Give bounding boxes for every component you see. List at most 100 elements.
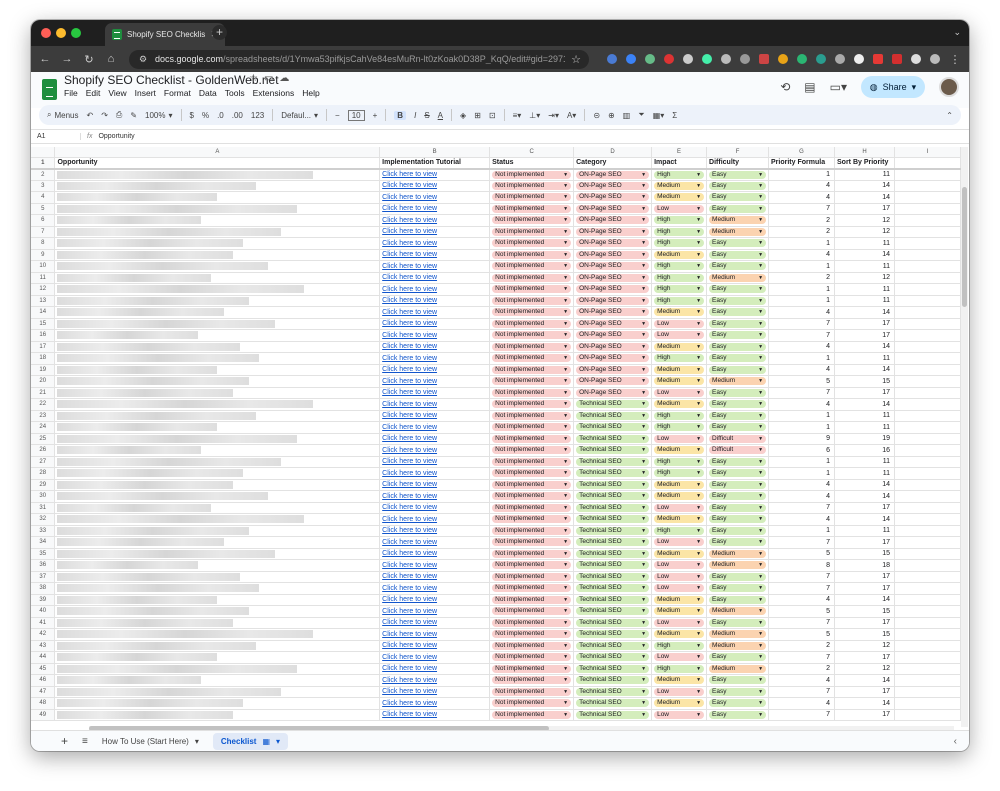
tutorial-cell[interactable]: Click here to view — [379, 433, 491, 445]
impact-chip[interactable]: Low ▼ — [654, 538, 705, 547]
status-cell[interactable]: Not implemented ▼ — [489, 237, 575, 250]
row-number[interactable]: 21 — [31, 387, 56, 399]
difficulty-cell[interactable]: Medium ▼ — [706, 214, 770, 227]
difficulty-cell[interactable]: Easy ▼ — [706, 525, 770, 537]
opportunity-cell[interactable] — [54, 352, 381, 365]
status-cell[interactable]: Not implemented ▼ — [489, 214, 575, 227]
tutorial-link[interactable]: Click here to view — [382, 700, 437, 707]
menu-file[interactable]: File — [64, 88, 78, 98]
priority-formula-cell[interactable]: 8 — [768, 559, 835, 572]
difficulty-chip[interactable]: Easy ▼ — [709, 687, 767, 696]
difficulty-chip[interactable]: Medium ▼ — [709, 630, 767, 639]
empty-cell[interactable] — [894, 191, 961, 204]
difficulty-cell[interactable]: Easy ▼ — [706, 237, 770, 250]
status-cell[interactable]: Not implemented ▼ — [489, 364, 575, 376]
percent-format-button[interactable]: % — [202, 111, 209, 120]
url-field[interactable]: ⚙ docs.google.com/spreadsheets/d/1Ymwa53… — [129, 49, 589, 69]
header-cell-priority-formula[interactable]: Priority Formula — [768, 157, 835, 170]
status-cell[interactable]: Not implemented ▼ — [489, 421, 575, 434]
merge-cells-icon[interactable]: ⊡ — [489, 111, 496, 120]
impact-cell[interactable]: High ▼ — [651, 352, 708, 365]
category-cell[interactable]: Technical SEO ▼ — [573, 571, 653, 583]
sheets-scroll-left-icon[interactable]: ‹ — [954, 736, 957, 747]
impact-chip[interactable]: High ▼ — [654, 296, 705, 305]
opportunity-cell[interactable] — [54, 191, 381, 204]
category-cell[interactable]: ON-Page SEO ▼ — [573, 375, 653, 388]
sort-by-priority-cell[interactable]: 14 — [834, 341, 895, 353]
row-number[interactable]: 9 — [31, 249, 56, 261]
opportunity-cell[interactable] — [54, 582, 381, 595]
empty-cell[interactable] — [894, 421, 961, 434]
opportunity-cell[interactable] — [54, 203, 381, 215]
category-chip[interactable]: ON-Page SEO ▼ — [576, 262, 650, 271]
minimize-window-button[interactable] — [56, 28, 66, 38]
font-size-input[interactable]: 10 — [347, 109, 365, 121]
priority-formula-cell[interactable]: 7 — [768, 709, 835, 721]
impact-cell[interactable]: High ▼ — [651, 214, 708, 227]
impact-cell[interactable]: High ▼ — [651, 226, 708, 238]
impact-cell[interactable]: Low ▼ — [651, 536, 708, 549]
row-number[interactable]: 48 — [31, 697, 56, 710]
sort-by-priority-cell[interactable]: 17 — [834, 651, 895, 664]
status-chip[interactable]: Not implemented ▼ — [492, 595, 572, 604]
tutorial-link[interactable]: Click here to view — [382, 194, 437, 201]
name-box[interactable]: A1 — [31, 133, 81, 140]
status-chip[interactable]: Not implemented ▼ — [492, 699, 572, 708]
priority-formula-cell[interactable]: 4 — [768, 479, 835, 491]
menu-help[interactable]: Help — [302, 88, 319, 98]
version-history-icon[interactable]: ⟲ — [780, 80, 790, 94]
difficulty-chip[interactable]: Easy ▼ — [709, 411, 767, 420]
priority-formula-cell[interactable]: 7 — [768, 318, 835, 330]
menu-view[interactable]: View — [108, 88, 126, 98]
impact-chip[interactable]: Medium ▼ — [654, 480, 705, 489]
tutorial-link[interactable]: Click here to view — [382, 171, 437, 178]
opportunity-cell[interactable] — [54, 375, 381, 388]
sort-by-priority-cell[interactable]: 14 — [834, 594, 895, 606]
row-number[interactable]: 41 — [31, 617, 56, 629]
tutorial-cell[interactable]: Click here to view — [379, 605, 491, 618]
category-cell[interactable]: Technical SEO ▼ — [573, 686, 653, 698]
difficulty-cell[interactable]: Medium ▼ — [706, 375, 770, 388]
opportunity-cell[interactable] — [54, 594, 381, 606]
opportunity-cell[interactable] — [54, 226, 381, 238]
status-cell[interactable]: Not implemented ▼ — [489, 617, 575, 629]
empty-cell[interactable] — [894, 168, 961, 181]
difficulty-chip[interactable]: Easy ▼ — [709, 492, 767, 501]
difficulty-cell[interactable]: Easy ▼ — [706, 617, 770, 629]
impact-cell[interactable]: Medium ▼ — [651, 513, 708, 526]
decrease-decimal-button[interactable]: .0 — [217, 111, 224, 120]
category-cell[interactable]: Technical SEO ▼ — [573, 502, 653, 514]
priority-formula-cell[interactable]: 6 — [768, 444, 835, 457]
category-chip[interactable]: Technical SEO ▼ — [576, 526, 650, 535]
status-cell[interactable]: Not implemented ▼ — [489, 709, 575, 721]
impact-chip[interactable]: Low ▼ — [654, 331, 705, 340]
difficulty-cell[interactable]: Medium ▼ — [706, 605, 770, 618]
tutorial-link[interactable]: Click here to view — [382, 493, 437, 500]
increase-decimal-button[interactable]: .00 — [232, 111, 243, 120]
category-chip[interactable]: Technical SEO ▼ — [576, 595, 650, 604]
sort-by-priority-cell[interactable]: 16 — [834, 444, 895, 457]
sort-by-priority-cell[interactable]: 11 — [834, 456, 895, 468]
sort-by-priority-cell[interactable]: 14 — [834, 513, 895, 526]
forward-icon[interactable]: → — [61, 53, 73, 65]
tutorial-link[interactable]: Click here to view — [382, 332, 437, 339]
impact-cell[interactable]: Medium ▼ — [651, 548, 708, 560]
priority-formula-cell[interactable]: 7 — [768, 502, 835, 514]
status-chip[interactable]: Not implemented ▼ — [492, 515, 572, 524]
difficulty-chip[interactable]: Easy ▼ — [709, 699, 767, 708]
opportunity-cell[interactable] — [54, 260, 381, 273]
category-chip[interactable]: ON-Page SEO ▼ — [576, 377, 650, 386]
row-number[interactable]: 43 — [31, 640, 56, 652]
category-cell[interactable]: Technical SEO ▼ — [573, 513, 653, 526]
difficulty-chip[interactable]: Easy ▼ — [709, 193, 767, 202]
opportunity-cell[interactable] — [54, 490, 381, 503]
category-cell[interactable]: Technical SEO ▼ — [573, 651, 653, 664]
opportunity-cell[interactable] — [54, 295, 381, 307]
opportunity-cell[interactable] — [54, 214, 381, 227]
difficulty-chip[interactable]: Difficult ▼ — [709, 434, 767, 443]
row-number[interactable]: 6 — [31, 214, 56, 227]
priority-formula-cell[interactable]: 7 — [768, 536, 835, 549]
opportunity-cell[interactable] — [54, 421, 381, 434]
status-cell[interactable]: Not implemented ▼ — [489, 605, 575, 618]
difficulty-chip[interactable]: Easy ▼ — [709, 423, 767, 432]
